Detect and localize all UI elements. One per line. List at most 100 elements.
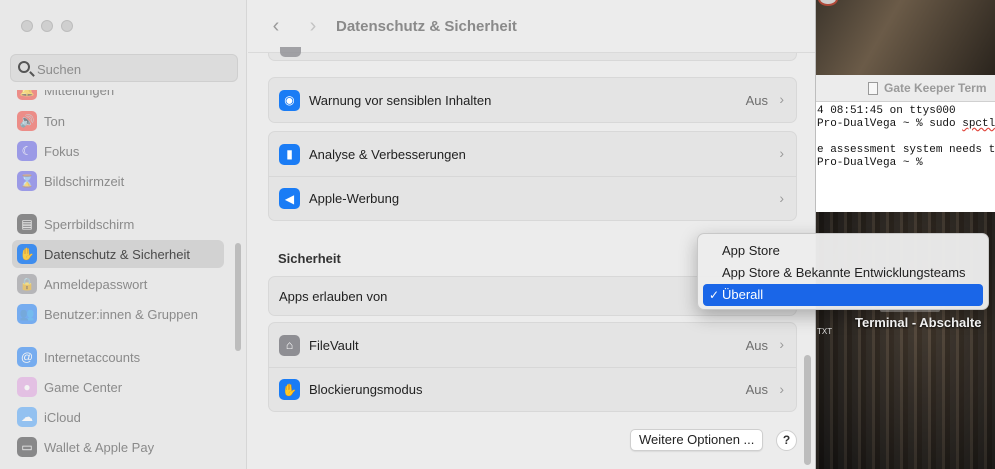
sidebar-item-mitteilungen[interactable]: 🔔 Mitteilungen [12, 90, 224, 104]
sidebar-item-label: Ton [44, 113, 65, 129]
sidebar-item-label: Game Center [44, 379, 123, 395]
sidebar-item-fokus[interactable]: ☾ Fokus [12, 137, 224, 165]
more-options-button[interactable]: Weitere Optionen ... [630, 429, 764, 451]
menu-item-label: Überall [722, 287, 764, 302]
users-icon: 👥 [17, 304, 37, 324]
menu-item-option[interactable]: App Store [703, 240, 983, 262]
content-scrollbar[interactable] [804, 355, 811, 465]
clipped-row [268, 47, 797, 61]
terminal-line: 4 08:51:45 on ttys000 [817, 105, 956, 117]
minimize-button[interactable] [41, 20, 53, 32]
menu-item-label: App Store [722, 243, 780, 258]
terminal-output[interactable]: 4 08:51:45 on ttys000 Pro-DualVega ~ % su… [816, 102, 995, 170]
chevron-right-icon: › [779, 336, 784, 352]
settings-row-value: Aus [745, 92, 768, 108]
chart-icon: ▮ [279, 143, 300, 165]
sidebar-item-icloud[interactable]: ☁ iCloud [12, 403, 224, 431]
lock-screen-icon: ▤ [17, 214, 37, 234]
settings-row-label: Blockierungsmodus [309, 382, 423, 397]
chevron-right-icon: › [779, 91, 784, 107]
wallet-icon: ▭ [17, 437, 37, 457]
eye-icon: ◉ [279, 89, 300, 111]
checkmark-icon: ✓ [709, 288, 720, 302]
chevron-right-icon: › [779, 381, 784, 397]
section-title-security: Sicherheit [278, 251, 341, 266]
sidebar-scrollbar[interactable] [235, 243, 241, 351]
terminal-window[interactable]: Gate Keeper Term 4 08:51:45 on ttys000 Pr… [816, 75, 995, 212]
at-icon: @ [17, 347, 37, 367]
megaphone-icon: ◀ [279, 188, 300, 209]
hourglass-icon: ⌛ [17, 171, 37, 191]
sidebar-item-label: Benutzer:innen & Gruppen [44, 306, 198, 322]
allow-apps-label: Apps erlauben von [279, 288, 388, 304]
toolbar: ‹ › Datenschutz & Sicherheit [248, 0, 815, 53]
chevron-right-icon: › [779, 190, 784, 206]
terminal-titlebar[interactable]: Gate Keeper Term [816, 75, 995, 102]
settings-row[interactable]: ✋ Blockierungsmodus Aus › [269, 367, 796, 411]
sidebar-item-label: Datenschutz & Sicherheit [44, 246, 190, 262]
forward-button[interactable]: › [303, 14, 323, 38]
terminal-title: Gate Keeper Term [884, 81, 987, 95]
search-icon [18, 61, 30, 73]
settings-row[interactable]: ▮ Analyse & Verbesserungen › [269, 132, 796, 176]
document-icon [868, 82, 878, 95]
search-input[interactable] [37, 60, 232, 78]
sidebar-item-label: Fokus [44, 143, 80, 159]
settings-row[interactable]: ◀ Apple-Werbung › [269, 176, 796, 220]
game-center-icon: ● [17, 377, 37, 397]
sidebar-item-datenschutz-sicherheit[interactable]: ✋ Datenschutz & Sicherheit [12, 240, 224, 268]
terminal-line: Pro-DualVega ~ % [817, 157, 923, 169]
sidebar-item-label: Bildschirmzeit [44, 173, 125, 189]
settings-row-label: Apple-Werbung [309, 191, 400, 206]
sidebar-item-ton[interactable]: 🔊 Ton [12, 107, 224, 135]
sidebar-item-sperrbildschirm[interactable]: ▤ Sperrbildschirm [12, 210, 224, 238]
sidebar-item-label: iCloud [44, 409, 81, 425]
lock-icon: 🔒 [17, 274, 37, 294]
allow-apps-popup-menu: App Store App Store & Bekannte Entwicklun… [697, 233, 989, 310]
settings-group-analytics: ▮ Analyse & Verbesserungen › ◀ Apple-Werbung… [268, 131, 797, 221]
house-lock-icon: ⌂ [279, 334, 300, 356]
search-field[interactable] [10, 54, 238, 82]
sidebar-item-benutzer-innen-gruppen[interactable]: 👥 Benutzer:innen & Gruppen [12, 300, 224, 328]
sidebar-item-game-center[interactable]: ● Game Center [12, 373, 224, 401]
sidebar: 🔔 Mitteilungen 🔊 Ton ☾ Fokus ⌛ Bildschirmzeit ▤ S… [0, 0, 247, 469]
settings-row-value: Aus [745, 382, 768, 397]
settings-row-label: Analyse & Verbesserungen [309, 146, 466, 162]
settings-row[interactable]: ◉ Warnung vor sensiblen Inhalten Aus › [269, 78, 796, 122]
cloud-icon: ☁ [17, 407, 37, 427]
menu-item-label: App Store & Bekannte Entwicklungsteams [722, 265, 966, 280]
settings-window: 🔔 Mitteilungen 🔊 Ton ☾ Fokus ⌛ Bildschirmzeit ▤ S… [0, 0, 816, 469]
sidebar-item-label: Anmeldepasswort [44, 276, 148, 292]
help-button[interactable]: ? [776, 430, 797, 451]
sidebar-item-wallet-apple-pay[interactable]: ▭ Wallet & Apple Pay [12, 433, 224, 461]
settings-row-label: FileVault [309, 337, 359, 353]
moon-icon: ☾ [17, 141, 37, 161]
settings-row-value: Aus [745, 337, 768, 353]
sidebar-item-label: Sperrbildschirm [44, 216, 135, 232]
sidebar-item-internetaccounts[interactable]: @ Internetaccounts [12, 343, 224, 371]
close-button[interactable] [21, 20, 33, 32]
zoom-button[interactable] [61, 20, 73, 32]
sidebar-item-bildschirmzeit[interactable]: ⌛ Bildschirmzeit [12, 167, 224, 195]
sidebar-item-anmeldepasswort[interactable]: 🔒 Anmeldepasswort [12, 270, 224, 298]
page-title: Datenschutz & Sicherheit [336, 18, 517, 35]
settings-row-label: Warnung vor sensiblen Inhalten [309, 92, 492, 108]
clipped-row-icon [280, 47, 301, 57]
chevron-right-icon: › [779, 145, 784, 161]
settings-row[interactable]: ⌂ FileVault Aus › [269, 323, 796, 367]
terminal-line: Pro-DualVega ~ % sudo spctl -- [817, 118, 995, 130]
desktop-file-label[interactable]: Terminal - Abschalte [855, 315, 981, 330]
bell-icon: 🔔 [17, 90, 37, 100]
sidebar-item-label: Mitteilungen [44, 90, 115, 98]
desktop-photo-top [810, 0, 995, 75]
terminal-line: e assessment system needs to b [817, 144, 995, 156]
speaker-icon: 🔊 [17, 111, 37, 131]
back-button[interactable]: ‹ [266, 14, 286, 38]
hand-icon: ✋ [17, 244, 37, 264]
menu-item-option[interactable]: ✓ Überall [703, 284, 983, 306]
hand-icon: ✋ [279, 379, 300, 400]
sidebar-item-label: Wallet & Apple Pay [44, 439, 155, 455]
menu-item-option[interactable]: App Store & Bekannte Entwicklungsteams [703, 262, 983, 284]
window-controls [21, 20, 73, 32]
